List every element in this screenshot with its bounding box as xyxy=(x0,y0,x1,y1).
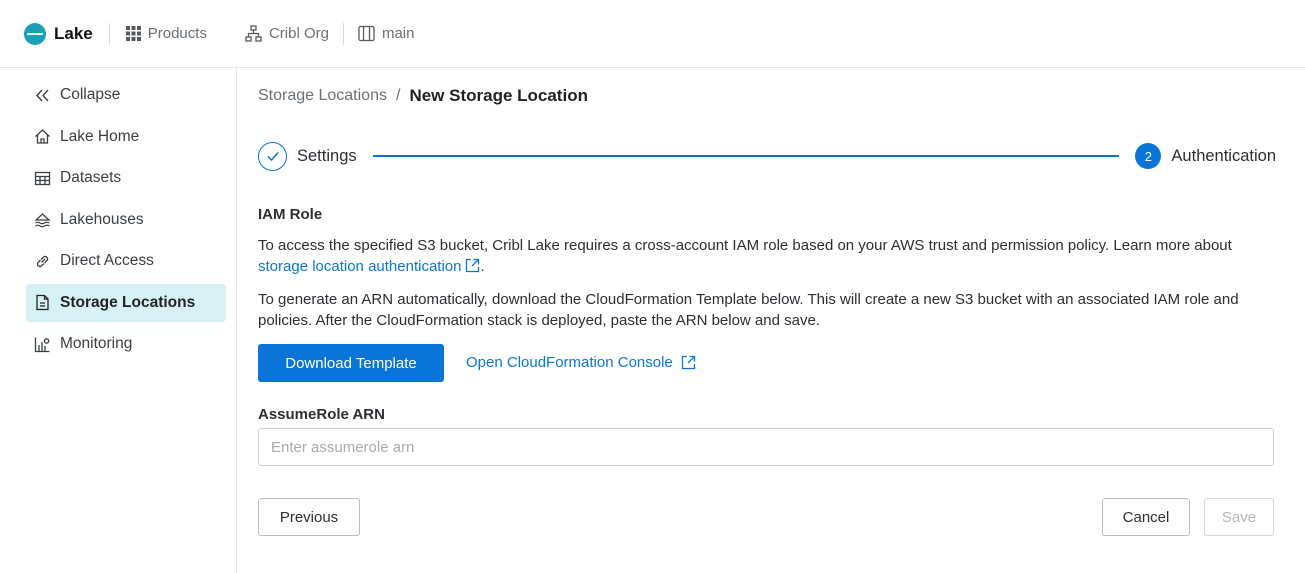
top-bar: Lake Products Cribl Org main xyxy=(0,0,1305,68)
page-title: New Storage Location xyxy=(409,86,588,105)
lake-logo-icon xyxy=(24,22,46,45)
sidebar-item-lakehouses[interactable]: Lakehouses xyxy=(26,201,226,239)
org-tree-icon xyxy=(245,25,262,42)
top-divider xyxy=(108,22,110,45)
storage-auth-link[interactable]: storage location authentication xyxy=(258,258,480,275)
sidebar-item-lake-home[interactable]: Lake Home xyxy=(26,118,226,156)
sidebar-item-storage-locations[interactable]: Storage Locations xyxy=(26,283,226,322)
monitoring-icon xyxy=(34,337,50,352)
sidebar-item-collapse[interactable]: Collapse xyxy=(26,76,226,114)
org-label: Cribl Org xyxy=(268,25,329,42)
document-icon xyxy=(36,294,49,311)
double-chevron-left-icon xyxy=(36,89,49,101)
breadcrumb-parent-link[interactable]: Storage Locations xyxy=(258,87,387,105)
main-content: Storage Locations / New Storage Location… xyxy=(238,68,1298,573)
sidebar-item-label: Lakehouses xyxy=(60,210,144,228)
lakehouse-icon xyxy=(34,213,51,228)
assumerole-arn-label: AssumeRole ARN xyxy=(258,406,385,423)
sidebar-item-label: Monitoring xyxy=(60,335,133,352)
sidebar-item-label: Direct Access xyxy=(60,252,154,269)
iam-role-title: IAM Role xyxy=(258,206,323,223)
step-2-number: 2 xyxy=(1135,143,1162,169)
sidebar-item-monitoring[interactable]: Monitoring xyxy=(26,325,226,363)
org-selector[interactable]: Cribl Org xyxy=(245,25,329,42)
previous-button[interactable]: Previous xyxy=(258,498,360,536)
storage-auth-link-label: storage location authentication xyxy=(258,258,462,275)
external-link-icon xyxy=(681,355,695,370)
open-cloudformation-console-label: Open CloudFormation Console xyxy=(466,354,673,371)
breadcrumb: Storage Locations / New Storage Location xyxy=(258,86,588,106)
assumerole-arn-input[interactable] xyxy=(258,428,1274,466)
cancel-button[interactable]: Cancel xyxy=(1102,498,1190,536)
workspace-selector[interactable]: main xyxy=(358,25,415,42)
step-complete-check-icon[interactable] xyxy=(258,141,287,171)
sidebar: Collapse Lake Home Datasets Lakehouses D… xyxy=(0,68,237,573)
sidebar-item-direct-access[interactable]: Direct Access xyxy=(26,242,226,280)
link-icon xyxy=(36,255,49,267)
brand-name: Lake xyxy=(54,23,93,43)
save-button[interactable]: Save xyxy=(1204,498,1274,536)
arn-instructions: To generate an ARN automatically, downlo… xyxy=(258,291,1239,329)
table-icon xyxy=(34,171,51,185)
sidebar-item-label: Datasets xyxy=(60,169,122,186)
products-label: Products xyxy=(147,25,207,42)
step-authentication-label: Authentication xyxy=(1171,146,1276,165)
checkmark-icon xyxy=(266,152,279,162)
download-template-button[interactable]: Download Template xyxy=(258,344,444,382)
external-link-icon xyxy=(466,258,480,273)
iam-description-text: To access the specified S3 bucket, Cribl… xyxy=(258,237,1232,254)
stepper: Settings 2 Authentication xyxy=(258,140,1276,172)
home-icon xyxy=(35,129,50,144)
top-divider-2 xyxy=(342,22,344,45)
iam-description: To access the specified S3 bucket, Cribl… xyxy=(258,235,1268,277)
sidebar-item-label: Lake Home xyxy=(60,127,140,145)
sidebar-item-datasets[interactable]: Datasets xyxy=(26,159,226,197)
workspace-icon xyxy=(358,25,375,42)
grid-icon xyxy=(125,26,141,41)
workspace-label: main xyxy=(381,25,415,42)
sidebar-item-label: Collapse xyxy=(60,86,121,103)
brand[interactable]: Lake xyxy=(24,22,93,45)
sidebar-item-label: Storage Locations xyxy=(60,293,196,311)
products-menu[interactable]: Products xyxy=(125,25,207,42)
iam-description-end: . xyxy=(480,258,485,275)
step-connector xyxy=(372,155,1120,157)
open-cloudformation-console-link[interactable]: Open CloudFormation Console xyxy=(466,354,696,371)
breadcrumb-separator: / xyxy=(395,87,401,104)
step-settings-label[interactable]: Settings xyxy=(297,147,357,166)
